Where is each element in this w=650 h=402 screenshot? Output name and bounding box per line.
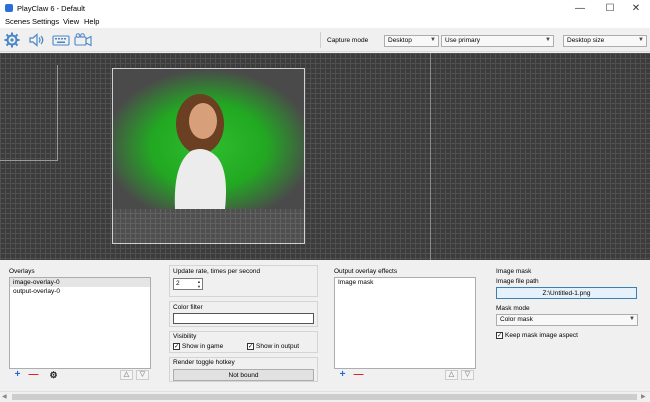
visibility-group: Visibility ✓ Show in game ✓ Show in outp… [169,331,318,353]
add-overlay-button[interactable]: + [11,370,24,380]
overlays-title: Overlays [9,268,35,275]
render-toggle-label: Render toggle hotkey [173,359,235,366]
toolbar: Capture mode Desktop ▼ Use primary ▼ Deskt… [0,28,650,52]
toolbar-divider [320,32,321,48]
monitor-value: Use primary [445,37,481,44]
close-button[interactable]: ✕ [622,0,650,16]
capture-mode-value: Desktop [388,37,412,44]
image-overlay-frame[interactable] [112,68,305,244]
keyboard-icon[interactable] [52,31,70,49]
menu-view[interactable]: View [63,17,79,26]
menu-settings[interactable]: Settings [32,17,59,26]
size-select[interactable]: Desktop size ▼ [563,35,647,47]
overlay-image [113,69,304,209]
mask-mode-select[interactable]: Color mask ▼ [496,314,638,326]
add-effect-button[interactable]: + [336,370,349,380]
effects-title: Output overlay effects [334,268,398,275]
update-rate-value: 2 [176,280,180,287]
scroll-right-icon[interactable]: ▶ [641,393,646,400]
update-rate-label: Update rate, times per second [173,268,261,275]
effects-list[interactable]: Image mask [334,277,476,369]
chevron-down-icon: ▼ [629,316,635,322]
color-filter-swatch[interactable] [173,313,314,324]
list-item[interactable]: Image mask [335,278,475,287]
overlay-settings-gear-icon[interactable]: ⚙ [47,370,60,380]
window-title: PlayClaw 6 - Default [17,4,85,13]
image-file-path-button[interactable]: Z:\Untitled-1.png [496,287,637,299]
spinner-arrows-icon[interactable]: ▲ ▼ [197,279,201,289]
visibility-label: Visibility [173,333,197,340]
color-filter-group: Color filter [169,301,318,327]
render-toggle-group: Render toggle hotkey Not bound [169,357,318,382]
size-value: Desktop size [567,37,605,44]
mask-mode-label: Mask mode [496,305,530,312]
masked-portrait-image [113,69,304,209]
list-item[interactable]: output-overlay-0 [10,287,150,296]
remove-overlay-button[interactable]: — [27,370,40,380]
show-in-game-checkbox[interactable]: ✓ [173,343,180,350]
keep-aspect-label: Keep mask image aspect [505,332,578,339]
keep-aspect-checkbox[interactable]: ✓ [496,332,503,339]
mask-mode-value: Color mask [500,316,533,323]
horizontal-scrollbar[interactable]: ◀ ▶ [0,391,650,402]
capture-mode-select[interactable]: Desktop ▼ [384,35,439,47]
screen-divider [430,53,431,260]
maximize-button[interactable]: ☐ [596,0,624,16]
overlays-list[interactable]: image-overlay-0 output-overlay-0 [9,277,151,369]
image-mask-title: Image mask [496,268,532,275]
capture-mode-label: Capture mode [327,37,369,44]
menu-help[interactable]: Help [84,17,99,26]
app-icon [5,4,13,12]
output-overlay-frame[interactable] [0,65,58,161]
hotkey-button[interactable]: Not bound [173,369,314,381]
preview-canvas[interactable] [0,53,650,260]
menu-bar: Scenes Settings View Help [0,16,650,28]
chevron-down-icon: ▼ [430,37,436,43]
chevron-down-icon: ▼ [545,37,551,43]
show-in-output-checkbox[interactable]: ✓ [247,343,254,350]
image-file-path-label: Image file path [496,278,539,285]
minimize-button[interactable]: — [566,0,594,16]
title-bar: PlayClaw 6 - Default — ☐ ✕ [0,0,650,16]
list-item[interactable]: image-overlay-0 [10,278,150,287]
effect-move-down-button[interactable]: ▽ [461,370,474,380]
show-in-output-label: Show in output [256,343,300,350]
update-rate-group: Update rate, times per second 2 ▲ ▼ [169,265,318,297]
move-down-button[interactable]: ▽ [136,370,149,380]
remove-effect-button[interactable]: — [352,370,365,380]
update-rate-spinner[interactable]: 2 ▲ ▼ [173,278,203,290]
move-up-button[interactable]: △ [120,370,133,380]
scroll-left-icon[interactable]: ◀ [2,393,7,400]
settings-panel: Overlays image-overlay-0 output-overlay-… [0,262,650,390]
scrollbar-thumb[interactable] [12,394,637,400]
color-filter-label: Color filter [173,304,203,311]
speaker-icon[interactable] [28,31,46,49]
effect-move-up-button[interactable]: △ [445,370,458,380]
gear-icon[interactable] [3,31,21,49]
chevron-down-icon: ▼ [638,37,644,43]
show-in-game-label: Show in game [182,343,224,350]
menu-scenes[interactable]: Scenes [5,17,30,26]
monitor-select[interactable]: Use primary ▼ [441,35,554,47]
video-camera-icon[interactable] [74,31,92,49]
